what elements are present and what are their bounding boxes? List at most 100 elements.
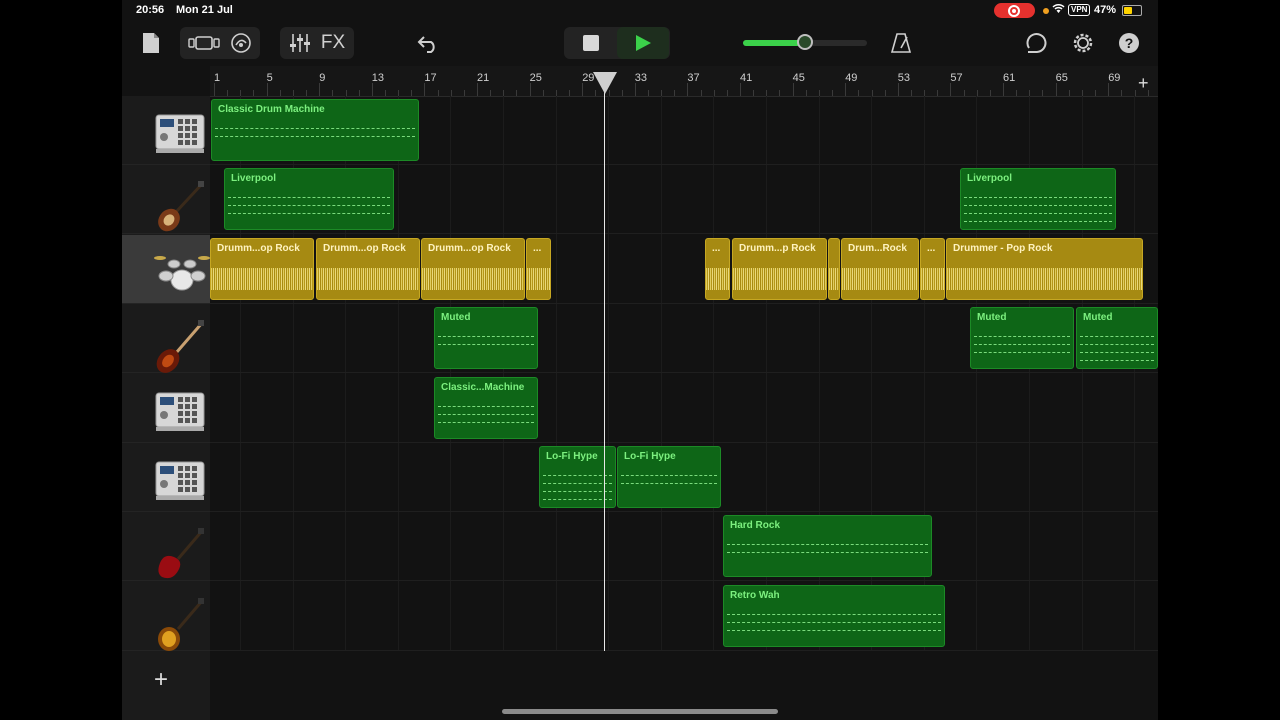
track-header[interactable]	[122, 96, 210, 165]
note-row	[438, 405, 534, 408]
track-lane[interactable]: Liverpool Liverpool	[210, 165, 1158, 235]
browser-loop-icon[interactable]	[230, 32, 252, 54]
drummer-region[interactable]: ...	[526, 237, 551, 300]
note-row	[1080, 352, 1154, 354]
stop-button[interactable]	[565, 27, 617, 59]
note-row	[964, 213, 1112, 215]
volume-track	[743, 34, 867, 50]
ruler-tick	[582, 83, 584, 96]
note-row	[1080, 360, 1154, 362]
track-lane[interactable]: Classic Drum Machine	[210, 96, 1158, 165]
volume-knob[interactable]	[797, 34, 813, 50]
track-view-icon[interactable]	[188, 34, 222, 52]
master-volume-slider[interactable]	[742, 27, 868, 59]
screen-recording-indicator[interactable]	[994, 3, 1035, 18]
ruler-bar-number: 37	[687, 72, 700, 84]
add-track-button[interactable]: +	[154, 668, 168, 692]
midi-notes	[727, 534, 928, 572]
region-label: Lo-Fi Hype	[546, 451, 598, 462]
midi-region[interactable]: Classic...Machine	[434, 376, 538, 439]
help-button[interactable]: ?	[1116, 27, 1142, 59]
undo-button[interactable]	[414, 27, 442, 59]
track-lane[interactable]: Classic...Machine	[210, 374, 1158, 443]
track-header-column	[122, 96, 210, 720]
my-songs-button[interactable]	[138, 27, 164, 59]
ruler-bar-number: 41	[740, 72, 753, 84]
midi-notes	[438, 396, 534, 434]
waveform	[921, 258, 944, 299]
drummer-region[interactable]: Drum...Rock	[841, 237, 919, 300]
track-lane[interactable]: Lo-Fi Hype Lo-Fi Hype	[210, 443, 1158, 512]
drummer-region[interactable]: Drumm...op Rock	[210, 237, 314, 300]
midi-notes	[228, 187, 390, 225]
note-row	[543, 483, 612, 485]
track-header[interactable]	[122, 234, 210, 304]
track-lane[interactable]: Muted Muted Muted	[210, 304, 1158, 374]
home-indicator[interactable]	[502, 709, 778, 714]
track-header[interactable]	[122, 582, 210, 651]
fx-button[interactable]: FX	[321, 32, 345, 54]
drummer-region[interactable]: ...	[705, 237, 730, 300]
waveform	[706, 258, 729, 299]
drummer-region[interactable]: Drumm...p Rock	[732, 237, 827, 300]
waveform	[422, 258, 524, 299]
midi-region[interactable]: Muted	[1076, 307, 1158, 370]
drummer-region[interactable]: ...	[920, 237, 945, 300]
garageband-window: 20:56 Mon 21 Jul VPN 47% FX ? 1 5 9 13 1…	[122, 0, 1158, 720]
region-label: Drumm...p Rock	[739, 242, 816, 254]
track-lane[interactable]: Retro Wah	[210, 582, 1158, 651]
midi-region[interactable]: Lo-Fi Hype	[617, 446, 721, 508]
ruler-tick	[477, 83, 478, 96]
region-label: Classic Drum Machine	[218, 104, 325, 115]
drummer-region[interactable]: Drumm...op Rock	[421, 237, 525, 300]
midi-region[interactable]: Muted	[970, 307, 1074, 370]
region-label: Drumm...op Rock	[428, 242, 511, 254]
waveform	[829, 258, 839, 299]
ruler-tick	[1003, 83, 1004, 96]
waveform	[211, 258, 313, 299]
metronome-button[interactable]	[888, 27, 914, 59]
ruler-tick	[529, 83, 531, 96]
midi-region[interactable]: Liverpool	[224, 168, 394, 231]
region-label: ...	[533, 242, 542, 254]
track-lane[interactable]: Hard Rock	[210, 512, 1158, 582]
ruler-tick	[740, 83, 741, 96]
track-lane[interactable]: Drumm...op Rock Drumm...op Rock Drumm...op…	[210, 235, 1158, 304]
track-header[interactable]	[122, 443, 210, 512]
loop-browser-button[interactable]	[1024, 27, 1050, 59]
drummer-region[interactable]	[828, 237, 840, 300]
track-header[interactable]	[122, 165, 210, 235]
midi-notes	[974, 326, 1070, 364]
midi-region[interactable]: Hard Rock	[723, 515, 932, 578]
stop-icon	[583, 35, 599, 51]
mixer-icon[interactable]	[289, 32, 311, 54]
playhead-handle[interactable]	[593, 72, 617, 94]
ruler-bar-number: 61	[1003, 72, 1016, 84]
add-section-button[interactable]: +	[1138, 73, 1149, 94]
drummer-region[interactable]: Drumm...op Rock	[316, 237, 420, 300]
note-row	[727, 613, 941, 616]
settings-button[interactable]	[1070, 27, 1096, 59]
playhead[interactable]	[604, 72, 605, 651]
play-icon	[636, 35, 651, 51]
midi-region[interactable]: Muted	[434, 307, 538, 370]
midi-notes	[621, 465, 717, 503]
ruler-tick	[214, 83, 215, 96]
midi-region[interactable]: Liverpool	[960, 168, 1116, 231]
timeline-ruler[interactable]: 1 5 9 13 17 21 25 29 33 37 41 45 49 53 57 61 65 69	[210, 66, 1158, 97]
region-label: Drumm...op Rock	[323, 242, 406, 254]
tracks-area[interactable]: Classic Drum Machine Liverpool Liverpool Dr…	[210, 96, 1158, 651]
ruler-bar-number: 57	[950, 72, 963, 84]
drummer-region[interactable]: Drummer - Pop Rock	[946, 237, 1143, 300]
track-header[interactable]	[122, 512, 210, 582]
midi-region[interactable]: Classic Drum Machine	[211, 99, 419, 161]
track-header[interactable]	[122, 374, 210, 443]
ruler-bar-number: 33	[634, 72, 648, 84]
play-button[interactable]	[617, 27, 669, 59]
note-row	[543, 475, 612, 477]
region-label: Liverpool	[231, 173, 277, 185]
midi-region[interactable]: Retro Wah	[723, 584, 945, 647]
region-label: Liverpool	[967, 173, 1013, 185]
track-header[interactable]	[122, 304, 210, 374]
ruler-bar-number: 25	[529, 72, 542, 84]
